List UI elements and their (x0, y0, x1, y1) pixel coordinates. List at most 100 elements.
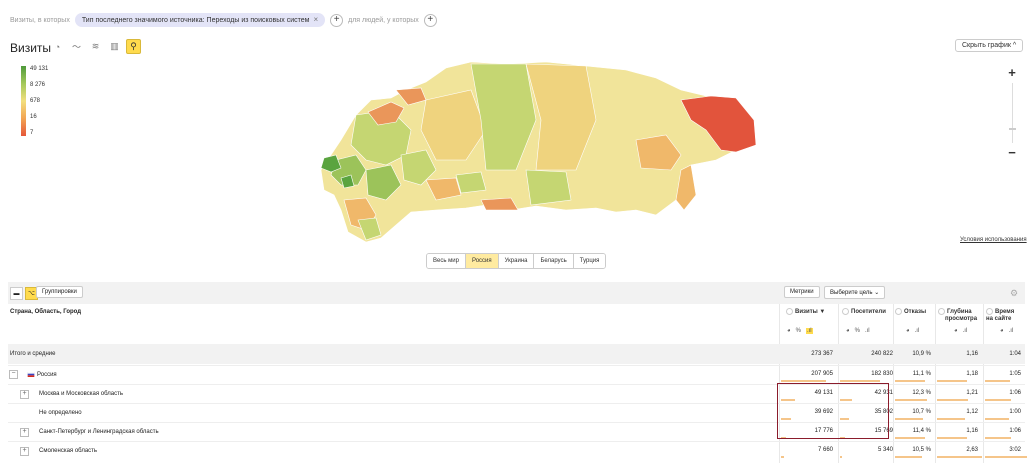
cell-time: 1:00 (1009, 409, 1021, 415)
map-zoom-control: + − (1005, 66, 1019, 160)
map-region[interactable] (455, 171, 487, 194)
cell-depth: 1,18 (966, 371, 978, 377)
table-row[interactable]: + Смоленская область 7 660 5 340 10,5 % … (8, 441, 1027, 462)
cell-bounces: 11,1 % (912, 371, 931, 377)
zoom-in-icon[interactable]: + (1005, 66, 1019, 80)
column-header-bounces[interactable]: Отказы (895, 308, 935, 316)
visits-bar (781, 456, 784, 458)
close-icon[interactable]: × (313, 16, 318, 24)
visitors-bar (840, 380, 880, 382)
filter-prefix: Визиты, в которых (10, 16, 70, 24)
expand-icon[interactable]: + (20, 390, 29, 399)
pie-chart-icon[interactable]: ◕ (906, 328, 910, 334)
filter-chip-label: Тип последнего значимого источника: Пере… (81, 16, 310, 24)
column-label: Глубина (947, 309, 972, 316)
russia-flag-icon (27, 372, 35, 377)
flat-table-icon[interactable]: ▬ (10, 287, 23, 300)
column-header-visits[interactable]: Визиты ▼ (786, 308, 828, 316)
bar-chart-icon[interactable]: .ıl (915, 328, 920, 334)
expand-icon[interactable]: + (20, 428, 29, 437)
bar-chart-icon[interactable]: .ıl (865, 328, 870, 334)
legend-gradient (21, 66, 26, 136)
terms-of-use-link[interactable]: Условия использования (960, 237, 1027, 243)
row-label: Смоленская область (39, 448, 98, 454)
bounces-bar (895, 380, 925, 382)
cell-visitors: 5 340 (877, 447, 893, 453)
expand-icon[interactable]: + (20, 447, 29, 456)
filter-chip[interactable]: Тип последнего значимого источника: Пере… (74, 13, 326, 27)
totals-row: Итого и средние 273 367 240 822 10,9 % 1… (8, 344, 1025, 364)
column-header-depth[interactable]: Глубина просмотра (938, 308, 983, 323)
tab-world[interactable]: Весь мир (427, 254, 466, 268)
tab-ukraine[interactable]: Украина (498, 254, 535, 268)
bar-chart-icon[interactable]: .ıl (805, 328, 813, 334)
metrics-button[interactable]: Метрики (784, 286, 820, 298)
bar-chart-icon[interactable]: ▥ (107, 39, 122, 54)
depth-bar (937, 418, 965, 420)
column-header-visitors[interactable]: Посетители (842, 308, 892, 316)
row-label: Россия (37, 372, 57, 378)
pie-chart-icon[interactable]: ◔ (50, 39, 65, 54)
pie-chart-icon[interactable]: ◕ (787, 328, 791, 334)
map-pin-icon[interactable]: ⚲ (126, 39, 141, 54)
cell-time: 1:06 (1009, 428, 1021, 434)
legend-label: 49 131 (30, 66, 49, 72)
russia-choropleth-map[interactable] (296, 60, 766, 245)
cell-visitors: 182 830 (871, 371, 893, 377)
zoom-slider[interactable] (1008, 83, 1016, 143)
gear-icon[interactable]: ⚙ (1010, 288, 1018, 299)
column-header-time[interactable]: Время на сайте (986, 308, 1022, 323)
cell-bounces: 11,4 % (912, 428, 931, 434)
column-label: на сайте (986, 316, 1012, 323)
bar-chart-icon[interactable]: .ıl (1009, 328, 1014, 334)
depth-bar (937, 456, 982, 458)
bounces-bar (895, 418, 923, 420)
pie-chart-icon[interactable]: ◕ (846, 328, 850, 334)
pie-chart-icon[interactable]: ◕ (1000, 328, 1004, 334)
time-bar (985, 456, 1027, 458)
cell-bounces: 10,5 % (912, 447, 931, 453)
cell-visitors: 240 822 (871, 351, 893, 357)
depth-bar (937, 380, 967, 382)
groupings-button[interactable]: Группировки (36, 286, 83, 298)
bounces-bar (895, 399, 927, 401)
column-label: просмотра (945, 316, 978, 323)
dimension-header: Страна, Область, Город (10, 309, 82, 315)
percent-icon[interactable]: % (855, 328, 860, 334)
select-goal-dropdown[interactable]: Выберите цель ⌄ (824, 286, 886, 299)
percent-icon[interactable]: % (796, 328, 801, 334)
metric-checkbox[interactable] (938, 308, 945, 315)
cell-time: 1:05 (1009, 371, 1021, 377)
column-label: Визиты ▼ (795, 309, 826, 316)
time-bar (985, 380, 1010, 382)
line-chart-icon[interactable]: 〜 (69, 39, 84, 54)
add-visit-condition-button[interactable]: + (330, 13, 344, 27)
area-chart-icon[interactable]: ≋ (88, 39, 103, 54)
tab-turkey[interactable]: Турция (573, 254, 606, 268)
metric-checkbox[interactable] (842, 308, 849, 315)
cell-time: 1:04 (1009, 351, 1021, 357)
legend-label: 16 (30, 114, 37, 120)
map-region[interactable] (525, 169, 572, 206)
hide-graph-button[interactable]: Скрыть график ^ (955, 39, 1024, 52)
visits-bar (781, 380, 826, 382)
page-title: Визиты (10, 41, 52, 55)
add-people-condition-button[interactable]: + (423, 13, 437, 27)
tab-russia[interactable]: Россия (465, 254, 499, 268)
table-row[interactable]: − Россия 207 905 182 830 11,1 % 1,18 1:0… (8, 365, 1025, 384)
metric-checkbox[interactable] (986, 308, 993, 315)
bar-chart-icon[interactable]: .ıl (963, 328, 968, 334)
collapse-icon[interactable]: − (9, 370, 18, 379)
cell-depth: 1,16 (966, 351, 978, 357)
tab-belarus[interactable]: Беларусь (534, 254, 574, 268)
pie-chart-icon[interactable]: ◕ (954, 328, 958, 334)
time-display-modes: ◕ .ıl (1000, 328, 1013, 334)
legend-label: 7 (30, 130, 34, 136)
cell-time: 1:06 (1009, 390, 1021, 396)
bounces-bar (895, 456, 922, 458)
column-label: Отказы (904, 309, 927, 316)
zoom-out-icon[interactable]: − (1005, 146, 1019, 160)
metric-checkbox[interactable] (786, 308, 793, 315)
cell-depth: 1,12 (966, 409, 978, 415)
metric-checkbox[interactable] (895, 308, 902, 315)
